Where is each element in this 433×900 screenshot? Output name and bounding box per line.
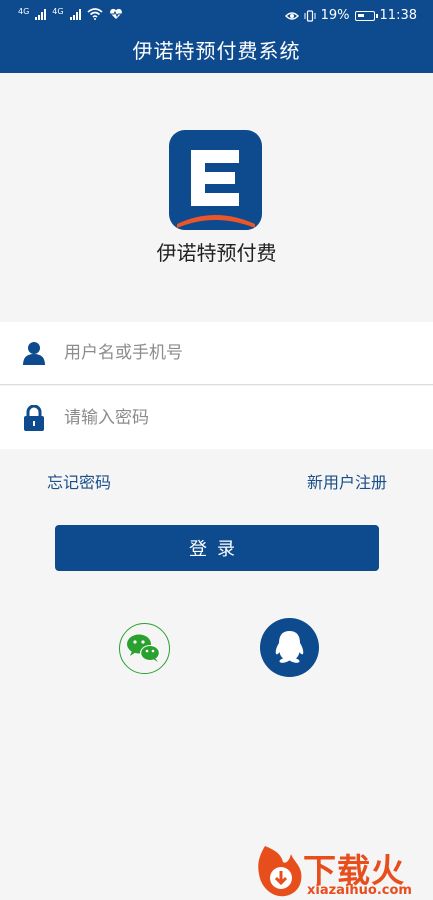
clock: 11:38 <box>379 8 417 23</box>
wifi-icon <box>87 8 103 20</box>
battery-icon <box>354 10 378 21</box>
login-button[interactable]: 登录 <box>55 525 379 571</box>
lock-icon <box>22 404 46 431</box>
eye-icon <box>284 11 299 20</box>
brand-name: 伊诺特预付费 <box>156 241 277 265</box>
battery-percent: 19% <box>320 8 350 23</box>
page-title: 伊诺特预付费系统 <box>132 39 301 63</box>
username-input[interactable] <box>64 343 394 363</box>
signal-icon <box>69 8 81 20</box>
qq-icon <box>275 631 304 663</box>
password-row <box>0 386 433 449</box>
forgot-password-link[interactable]: 忘记密码 <box>47 469 111 493</box>
user-icon <box>22 340 46 366</box>
wechat-icon <box>127 634 160 662</box>
qq-login-button[interactable] <box>260 618 319 677</box>
sim2-label: 4G <box>52 7 64 16</box>
sim1-label: 4G <box>18 7 30 16</box>
register-link[interactable]: 新用户注册 <box>307 469 387 493</box>
watermark-url: xiazaihuo.com <box>307 883 412 898</box>
wechat-login-button[interactable] <box>119 623 170 674</box>
flame-icon <box>258 846 302 897</box>
logo-letter-mark <box>191 150 241 206</box>
logo-swoosh <box>177 215 255 230</box>
username-row <box>0 322 433 385</box>
password-input[interactable] <box>64 407 394 428</box>
app-header: 4G 4G 19% 11:38 伊诺特预付费系统 <box>0 0 433 73</box>
heart-rate-icon <box>109 8 122 19</box>
status-bar: 4G 4G 19% 11:38 <box>0 0 433 30</box>
vibrate-icon <box>304 9 316 22</box>
watermark: 下载火 xiazaihuo.com <box>255 842 433 900</box>
signal-icon <box>35 8 47 20</box>
app-logo <box>169 130 262 230</box>
